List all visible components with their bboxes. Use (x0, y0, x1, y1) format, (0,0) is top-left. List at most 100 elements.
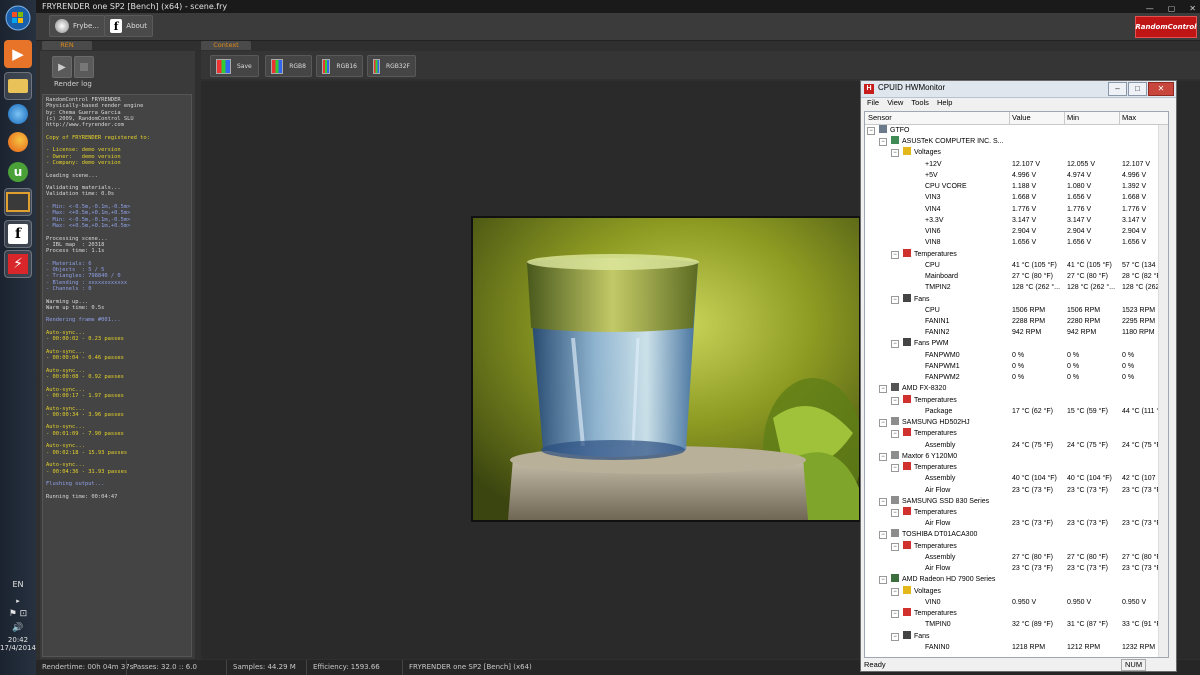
sensor-group-row[interactable]: − Temperatures (865, 540, 1168, 552)
sensor-row[interactable]: FANIN2 942 RPM 942 RPM 1180 RPM (865, 327, 1168, 338)
sensor-group-row[interactable]: − GTFO (865, 125, 1168, 136)
camera-app-icon[interactable] (4, 188, 32, 216)
tray-expand-icon[interactable]: ▸ (0, 597, 36, 605)
file-explorer-icon[interactable] (4, 72, 32, 100)
sensor-row[interactable]: Air Flow 23 °C (73 °F) 23 °C (73 °F) 23 °C … (865, 485, 1168, 496)
sensor-group-row[interactable]: − Temperatures (865, 506, 1168, 518)
column-value[interactable]: Value (1012, 113, 1031, 122)
sensor-group-row[interactable]: − Fans PWM (865, 338, 1168, 349)
volume-icon[interactable]: 🔊 (0, 623, 36, 633)
collapse-toggle-icon[interactable]: − (879, 497, 887, 506)
menu-view[interactable]: View (887, 98, 903, 107)
sensor-group-row[interactable]: − AMD FX-8320 (865, 383, 1168, 394)
sensor-row[interactable]: +5V 4.996 V 4.974 V 4.996 V (865, 170, 1168, 181)
sensor-group-row[interactable]: − Fans (865, 293, 1168, 305)
collapse-toggle-icon[interactable]: − (891, 610, 899, 619)
collapse-toggle-icon[interactable]: − (879, 385, 887, 394)
collapse-toggle-icon[interactable]: − (891, 340, 899, 349)
column-min[interactable]: Min (1067, 113, 1079, 122)
action-center-icon[interactable]: ⚑ ⊡ (0, 609, 36, 619)
sensor-row[interactable]: Air Flow 23 °C (73 °F) 23 °C (73 °F) 23 °C … (865, 518, 1168, 529)
about-button[interactable]: f About (104, 15, 153, 37)
sensor-row[interactable]: FANPWM0 0 % 0 % 0 % (865, 350, 1168, 361)
sensor-row[interactable]: CPU 41 °C (105 °F) 41 °C (105 °F) 57 °C (13… (865, 260, 1168, 271)
collapse-toggle-icon[interactable]: − (891, 464, 899, 473)
collapse-toggle-icon[interactable]: − (891, 508, 899, 517)
rgb8-button[interactable]: RGB8 (265, 55, 312, 77)
sensor-row[interactable]: VIN3 1.668 V 1.656 V 1.668 V (865, 192, 1168, 203)
sensor-row[interactable]: VIN0 0.950 V 0.950 V 0.950 V (865, 597, 1168, 608)
clock-time[interactable]: 20:42 (0, 636, 36, 644)
sensor-row[interactable]: FANPWM2 0 % 0 % 0 % (865, 372, 1168, 383)
rgb16-button[interactable]: RGB16 (316, 55, 363, 77)
sensor-row[interactable]: FANIN0 1218 RPM 1212 RPM 1232 RPM (865, 642, 1168, 653)
collapse-toggle-icon[interactable]: − (891, 587, 899, 596)
media-player-icon[interactable]: ▶ (4, 40, 32, 68)
hwmonitor-minimize-button[interactable]: – (1108, 82, 1127, 96)
sensor-group-row[interactable]: − SAMSUNG SSD 830 Series (865, 495, 1168, 507)
sensor-group-row[interactable]: − Temperatures (865, 394, 1168, 406)
collapse-toggle-icon[interactable]: − (879, 419, 887, 428)
sensor-row[interactable]: Mainboard 27 °C (80 °F) 27 °C (80 °F) 28 °C… (865, 271, 1168, 282)
sensor-row[interactable]: Assembly 24 °C (75 °F) 24 °C (75 °F) 24 °C … (865, 440, 1168, 451)
collapse-toggle-icon[interactable]: − (891, 430, 899, 439)
sensor-group-row[interactable]: − Voltages (865, 585, 1168, 597)
sensor-group-row[interactable]: − Voltages (865, 147, 1168, 158)
sensor-group-row[interactable]: − Temperatures (865, 608, 1168, 619)
collapse-toggle-icon[interactable]: − (891, 250, 899, 259)
hwmonitor-close-button[interactable]: ✕ (1148, 82, 1174, 96)
sensor-row[interactable]: +12V 12.107 V 12.055 V 12.107 V (865, 159, 1168, 170)
sensor-row[interactable]: CPU 1506 RPM 1506 RPM 1523 RPM (865, 305, 1168, 316)
sensor-row[interactable]: Assembly 27 °C (80 °F) 27 °C (80 °F) 27 °C … (865, 552, 1168, 563)
play-render-button[interactable]: ▶ (52, 56, 72, 78)
fryrender-icon[interactable]: f (4, 220, 32, 248)
sensor-row[interactable]: TMPIN0 32 °C (89 °F) 31 °C (87 °F) 33 °C (9… (865, 619, 1168, 630)
sensor-row[interactable]: VIN8 1.656 V 1.656 V 1.656 V (865, 237, 1168, 248)
clock-date[interactable]: 17/4/2014 (0, 644, 36, 652)
column-sensor[interactable]: Sensor (868, 113, 892, 122)
utorrent-icon[interactable]: u (4, 158, 32, 186)
save-button[interactable]: Save (210, 55, 259, 77)
menu-help[interactable]: Help (937, 98, 952, 107)
collapse-toggle-icon[interactable]: − (891, 542, 899, 551)
tab-render[interactable]: REN (42, 41, 92, 50)
sensor-group-row[interactable]: − Temperatures (865, 462, 1168, 473)
collapse-toggle-icon[interactable]: − (891, 632, 899, 641)
sensor-group-row[interactable]: − AMD Radeon HD 7900 Series (865, 574, 1168, 585)
internet-explorer-icon[interactable] (4, 100, 32, 128)
sensor-row[interactable]: VIN6 2.904 V 2.904 V 2.904 V (865, 226, 1168, 237)
hwmonitor-maximize-button[interactable]: □ (1128, 82, 1147, 96)
sensor-group-row[interactable]: − SAMSUNG HD502HJ (865, 417, 1168, 428)
tab-context[interactable]: Context (201, 41, 251, 50)
collapse-toggle-icon[interactable]: − (879, 452, 887, 461)
collapse-toggle-icon[interactable]: − (867, 127, 875, 135)
collapse-toggle-icon[interactable]: − (891, 149, 899, 158)
collapse-toggle-icon[interactable]: − (891, 396, 899, 405)
start-button[interactable] (4, 4, 32, 32)
collapse-toggle-icon[interactable]: − (879, 531, 887, 540)
sensor-row[interactable]: CPU VCORE 1.188 V 1.080 V 1.392 V (865, 181, 1168, 192)
sensor-row[interactable]: VIN4 1.776 V 1.776 V 1.776 V (865, 204, 1168, 215)
hwmonitor-icon[interactable]: ⚡ (4, 250, 32, 278)
rgb32f-button[interactable]: RGB32F (367, 55, 416, 77)
sensor-row[interactable]: FANPWM1 0 % 0 % 0 % (865, 361, 1168, 372)
sensor-row[interactable]: Package 17 °C (62 °F) 15 °C (59 °F) 44 °C (… (865, 406, 1168, 417)
sensor-scrollbar[interactable] (1158, 125, 1168, 657)
sensor-group-row[interactable]: − ASUSTeK COMPUTER INC. S... (865, 136, 1168, 147)
menu-tools[interactable]: Tools (911, 98, 929, 107)
sensor-group-row[interactable]: − TOSHIBA DT01ACA300 (865, 529, 1168, 540)
sensor-row[interactable]: TMPIN2 128 °C (262 °... 128 °C (262 °... 12… (865, 282, 1168, 293)
sensor-group-row[interactable]: − Fans (865, 630, 1168, 642)
collapse-toggle-icon[interactable]: − (879, 576, 887, 585)
sensor-group-row[interactable]: − Temperatures (865, 428, 1168, 439)
collapse-toggle-icon[interactable]: − (879, 138, 887, 147)
column-max[interactable]: Max (1122, 113, 1136, 122)
frybench-button[interactable]: Frybe... (49, 15, 105, 37)
language-indicator[interactable]: EN (0, 580, 36, 589)
stop-render-button[interactable] (74, 56, 94, 78)
sensor-row[interactable]: Assembly 40 °C (104 °F) 40 °C (104 °F) 42 °… (865, 473, 1168, 484)
sensor-group-row[interactable]: − Temperatures (865, 248, 1168, 260)
sensor-row[interactable]: Air Flow 23 °C (73 °F) 23 °C (73 °F) 23 °C … (865, 563, 1168, 574)
collapse-toggle-icon[interactable]: − (891, 295, 899, 304)
sensor-row[interactable]: FANIN1 2288 RPM 2280 RPM 2295 RPM (865, 316, 1168, 327)
